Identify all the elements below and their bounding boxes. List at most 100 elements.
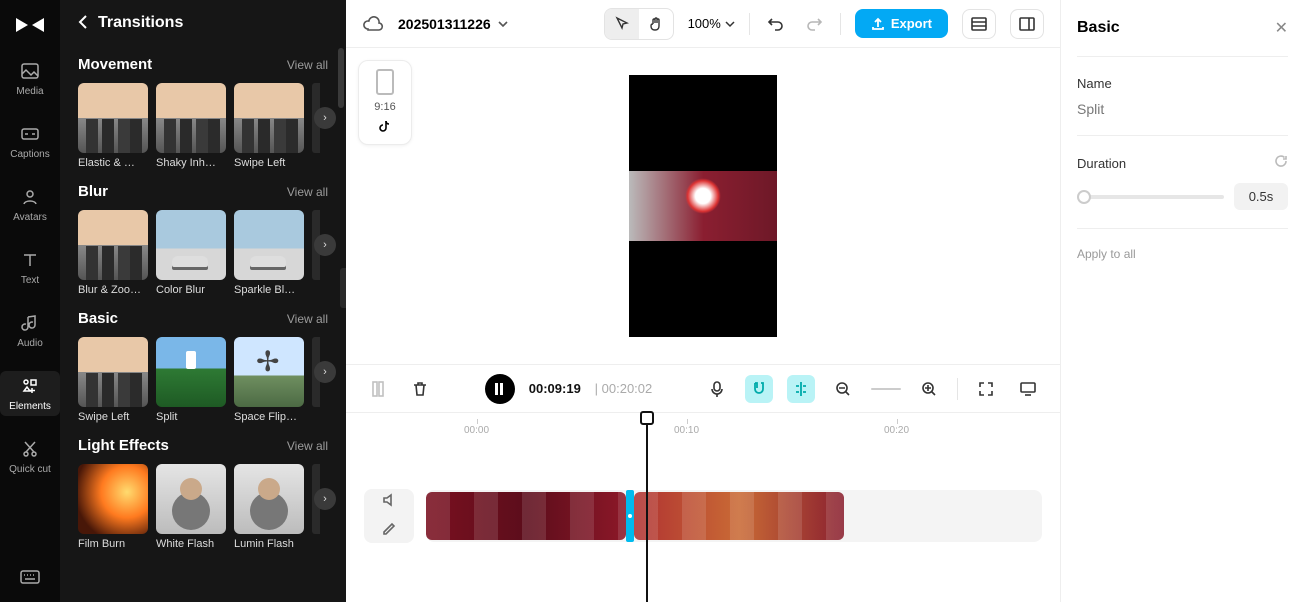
align-button[interactable] xyxy=(787,375,815,403)
playhead[interactable] xyxy=(646,413,648,602)
duration-field: Duration 0.5s xyxy=(1077,154,1288,210)
transition-item[interactable]: Blur & Zoo… xyxy=(78,210,148,296)
app-logo[interactable] xyxy=(12,12,48,38)
duration-slider[interactable] xyxy=(1077,195,1224,199)
transition-marker[interactable] xyxy=(626,490,634,542)
transition-item[interactable]: Swipe Left xyxy=(78,337,148,423)
rail-label: Media xyxy=(16,86,43,97)
project-name-dropdown[interactable]: 202501311226 xyxy=(398,16,509,32)
thumb-image xyxy=(156,464,226,534)
thumb-label: Swipe Left xyxy=(78,411,148,423)
category-basic: Basic View all Swipe Left Split Space Fli… xyxy=(60,296,346,423)
rail-label: Elements xyxy=(9,401,51,412)
rail-captions[interactable]: Captions xyxy=(0,119,60,164)
category-title: Basic xyxy=(78,310,118,327)
divider xyxy=(957,378,958,400)
left-nav-rail: Media Captions Avatars Text Audio Elemen… xyxy=(0,0,60,602)
aspect-ratio-card[interactable]: 9:16 xyxy=(358,60,412,145)
close-panel-button[interactable]: ✕ xyxy=(1275,18,1288,38)
thumb-label: White Flash xyxy=(156,538,226,550)
rail-elements[interactable]: Elements xyxy=(0,371,60,416)
mic-button[interactable] xyxy=(703,375,731,403)
panel-title: Basic xyxy=(1077,19,1120,37)
rail-audio[interactable]: Audio xyxy=(0,308,60,353)
slider-knob[interactable] xyxy=(1077,190,1091,204)
undo-button[interactable] xyxy=(764,12,788,36)
sidebar-scrollbar[interactable] xyxy=(338,44,344,598)
zoom-dropdown[interactable]: 100% xyxy=(688,16,735,31)
apply-to-all-link[interactable]: Apply to all xyxy=(1077,247,1288,261)
scroll-right-button[interactable]: › xyxy=(314,488,336,510)
transition-item[interactable]: Elastic & … xyxy=(78,83,148,169)
transition-item[interactable]: Film Burn xyxy=(78,464,148,550)
duration-value[interactable]: 0.5s xyxy=(1234,183,1288,210)
export-label: Export xyxy=(891,16,932,31)
zoom-slider[interactable] xyxy=(871,388,901,390)
view-all-link[interactable]: View all xyxy=(287,185,328,199)
transition-item[interactable]: Lumin Flash xyxy=(234,464,304,550)
transition-item[interactable]: Shaky Inh… xyxy=(156,83,226,169)
thumb-label: Space Flip… xyxy=(234,411,304,423)
rail-avatars[interactable]: Avatars xyxy=(0,182,60,227)
timeline-ruler[interactable]: 00:00 00:10 00:20 xyxy=(364,417,1042,453)
view-all-link[interactable]: View all xyxy=(287,58,328,72)
transition-item[interactable]: Space Flip… xyxy=(234,337,304,423)
select-tool[interactable] xyxy=(605,9,639,39)
panels-button[interactable] xyxy=(1010,9,1044,39)
rail-label: Quick cut xyxy=(9,464,51,475)
track-audio-toggle[interactable] xyxy=(381,492,397,513)
avatars-icon xyxy=(19,186,41,208)
track-edit-toggle[interactable] xyxy=(381,519,397,540)
redo-button[interactable] xyxy=(802,12,826,36)
back-button[interactable] xyxy=(78,15,88,32)
zoom-in-button[interactable] xyxy=(915,375,943,403)
cloud-sync-icon[interactable] xyxy=(362,15,384,33)
clip[interactable] xyxy=(426,492,626,540)
top-toolbar: 202501311226 100% Export xyxy=(346,0,1060,48)
elements-icon xyxy=(19,375,41,397)
rail-quick-cut[interactable]: Quick cut xyxy=(0,434,60,479)
transition-item[interactable]: Color Blur xyxy=(156,210,226,296)
preview-canvas[interactable] xyxy=(629,75,777,337)
hand-tool[interactable] xyxy=(639,9,673,39)
present-button[interactable] xyxy=(1014,375,1042,403)
thumb-image xyxy=(234,464,304,534)
transition-item[interactable]: Split xyxy=(156,337,226,423)
magnet-button[interactable] xyxy=(745,375,773,403)
scroll-right-button[interactable]: › xyxy=(314,107,336,129)
play-pause-button[interactable] xyxy=(485,374,515,404)
delete-button[interactable] xyxy=(406,375,434,403)
thumb-label: Film Burn xyxy=(78,538,148,550)
thumb-image xyxy=(156,210,226,280)
layout-button[interactable] xyxy=(962,9,996,39)
scroll-right-button[interactable]: › xyxy=(314,361,336,383)
rail-media[interactable]: Media xyxy=(0,56,60,101)
rail-text[interactable]: Text xyxy=(0,245,60,290)
project-name: 202501311226 xyxy=(398,16,491,32)
split-button[interactable] xyxy=(364,375,392,403)
transition-item[interactable]: Swipe Left xyxy=(234,83,304,169)
rail-label: Captions xyxy=(10,149,49,160)
export-button[interactable]: Export xyxy=(855,9,948,38)
divider xyxy=(749,13,750,35)
properties-panel: Basic ✕ Name Split Duration 0.5s Apply t… xyxy=(1060,0,1304,602)
thumb-label: Split xyxy=(156,411,226,423)
transition-item[interactable]: Sparkle Bl… xyxy=(234,210,304,296)
divider xyxy=(840,13,841,35)
rail-keyboard[interactable] xyxy=(0,562,60,592)
timeline[interactable]: 00:00 00:10 00:20 xyxy=(346,412,1060,602)
reset-duration-button[interactable] xyxy=(1274,154,1288,173)
clip[interactable] xyxy=(634,492,844,540)
zoom-value: 100% xyxy=(688,16,721,31)
scroll-right-button[interactable]: › xyxy=(314,234,336,256)
view-all-link[interactable]: View all xyxy=(287,312,328,326)
rail-label: Audio xyxy=(17,338,43,349)
fit-button[interactable] xyxy=(972,375,1000,403)
rail-label: Avatars xyxy=(13,212,47,223)
zoom-out-button[interactable] xyxy=(829,375,857,403)
view-all-link[interactable]: View all xyxy=(287,439,328,453)
track-strip[interactable] xyxy=(426,490,1042,542)
divider xyxy=(1077,135,1288,136)
transition-item[interactable]: White Flash xyxy=(156,464,226,550)
thumb-image xyxy=(234,83,304,153)
